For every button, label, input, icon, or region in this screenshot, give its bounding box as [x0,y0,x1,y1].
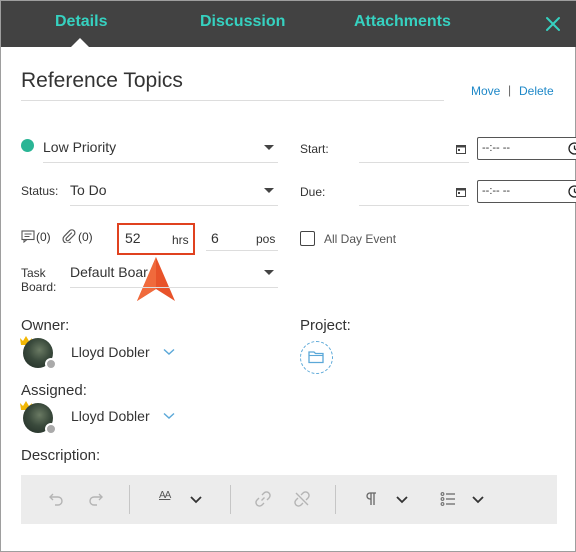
owner-status-dot [45,358,57,370]
close-icon[interactable] [544,15,562,33]
due-calendar-icon[interactable] [456,187,466,197]
status-select[interactable]: To Do [70,182,107,198]
unlink-icon[interactable] [293,490,311,508]
discussion-icon[interactable] [21,230,35,243]
task-dialog: Details Discussion Attachments Reference… [0,0,576,552]
assigned-avatar[interactable] [23,403,57,435]
task-board-caret-icon[interactable] [264,270,274,275]
link-separator: | [508,83,512,97]
due-time-input[interactable]: --:-- -- [477,180,576,203]
owner-label: Owner: [21,317,70,334]
toolbar-separator [129,485,130,514]
folder-icon [308,351,324,364]
list-icon[interactable] [439,490,457,508]
toolbar-separator [230,485,231,514]
assigned-chevron-down-icon[interactable] [163,412,175,420]
assigned-status-dot [45,423,57,435]
task-board-underline [70,287,278,288]
title-underline [21,100,444,101]
start-date-underline [359,162,469,163]
undo-icon[interactable] [47,490,65,508]
due-date-underline [359,205,469,206]
tab-bar: Details Discussion Attachments [1,1,576,47]
tab-discussion[interactable]: Discussion [200,13,285,31]
tab-details[interactable]: Details [55,13,107,31]
all-day-checkbox[interactable] [300,231,315,246]
editor-toolbar: AA [21,475,557,524]
attachment-count: (0) [78,230,93,244]
priority-caret-icon[interactable] [264,145,274,150]
status-caret-icon[interactable] [264,188,274,193]
tab-attachments[interactable]: Attachments [354,13,451,31]
start-calendar-icon[interactable] [456,144,466,154]
due-label: Due: [300,185,326,199]
font-size-icon[interactable]: AA [159,490,171,501]
paperclip-icon[interactable] [62,229,76,243]
clock-icon[interactable] [568,142,576,155]
priority-select[interactable]: Low Priority [43,139,116,155]
paragraph-chevron-down-icon[interactable] [393,490,411,508]
start-time-input[interactable]: --:-- -- [477,137,576,160]
task-title[interactable]: Reference Topics [21,69,183,93]
link-icon[interactable] [254,490,272,508]
all-day-label: All Day Event [324,232,397,246]
status-underline [70,205,278,206]
owner-chevron-down-icon[interactable] [163,348,175,356]
redo-icon[interactable] [87,490,105,508]
points-input[interactable]: 6 [211,230,219,246]
start-label: Start: [300,142,329,156]
hours-input[interactable]: 52 [125,230,141,246]
clock-icon[interactable] [568,185,576,198]
font-size-chevron-down-icon[interactable] [187,490,205,508]
assigned-label: Assigned: [21,382,87,399]
active-tab-indicator [71,38,89,47]
toolbar-separator [335,485,336,514]
task-board-label-line1: Task [21,266,46,280]
owner-name[interactable]: Lloyd Dobler [71,344,150,360]
move-link[interactable]: Move [471,84,500,98]
start-time-placeholder: --:-- -- [482,142,511,154]
priority-dot [21,139,34,152]
due-time-placeholder: --:-- -- [482,185,511,197]
points-underline [206,250,278,251]
status-label: Status: [21,184,59,198]
paragraph-icon[interactable] [362,490,380,508]
list-chevron-down-icon[interactable] [469,490,487,508]
owner-avatar[interactable] [23,338,57,370]
points-unit: pos [256,232,276,246]
project-label: Project: [300,317,351,334]
delete-link[interactable]: Delete [519,84,554,98]
discussion-count: (0) [36,230,51,244]
task-board-select[interactable]: Default Boar [70,264,148,280]
project-select-button[interactable] [300,341,333,374]
assigned-name[interactable]: Lloyd Dobler [71,408,150,424]
hours-unit: hrs [172,233,189,247]
description-label: Description: [21,447,101,464]
task-board-label-line2: Board: [21,280,57,294]
priority-underline [43,162,278,163]
